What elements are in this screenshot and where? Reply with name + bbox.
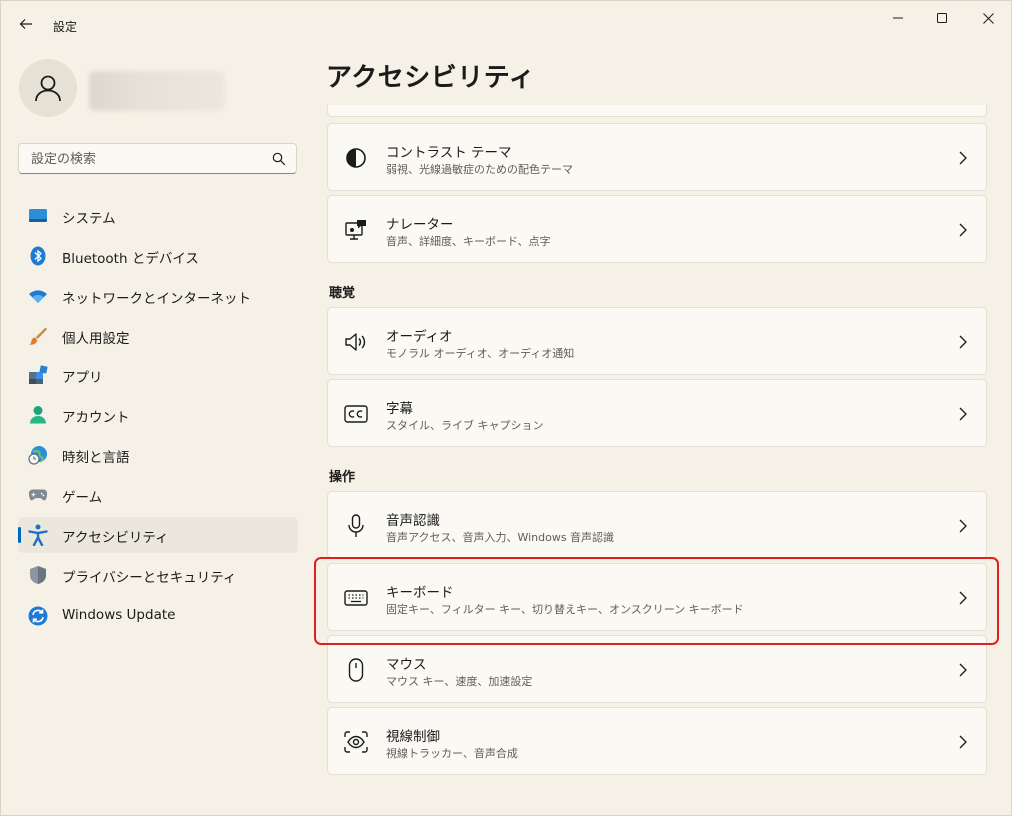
narrator-icon [344,218,368,242]
card-title: コントラスト テーマ [386,145,512,161]
card-title: マウス [386,657,427,673]
card-captions[interactable]: 字幕 スタイル、ライブ キャプション [327,379,987,447]
section-header-hearing: 聴覚 [329,286,356,301]
search-icon [272,152,286,166]
account-icon [28,405,48,425]
chevron-right-icon [958,334,968,350]
title-bar: 設定 [1,1,1011,41]
bluetooth-icon [28,246,48,266]
eye-control-icon [344,730,368,754]
close-icon [982,12,994,24]
sidebar-item-label: ネットワークとインターネット [62,291,251,307]
sidebar-item-system[interactable]: システム [18,198,298,234]
sidebar-item-label: アクセシビリティ [62,530,169,546]
sidebar-item-time-language[interactable]: 時刻と言語 [18,437,298,473]
gamepad-icon [28,485,48,505]
sidebar-item-label: ゲーム [62,490,103,506]
avatar[interactable] [19,59,77,117]
card-description: モノラル オーディオ、オーディオ通知 [386,347,575,360]
sidebar-item-personalization[interactable]: 個人用設定 [18,318,298,354]
search-input[interactable] [29,144,263,175]
sidebar-item-apps[interactable]: アプリ [18,357,298,393]
closed-caption-icon [344,402,368,426]
card-description: 音声アクセス、音声入力、Windows 音声認識 [386,531,615,544]
sidebar-item-label: Windows Update [62,607,176,623]
chevron-right-icon [958,150,968,166]
card-speech[interactable]: 音声認識 音声アクセス、音声入力、Windows 音声認識 [327,491,987,559]
card-description: 固定キー、フィルター キー、切り替えキー、オンスクリーン キーボード [386,603,744,616]
card-title: 視線制御 [386,729,440,745]
maximize-icon [937,13,947,23]
profile-name-blurred [89,71,225,111]
card-description: 視線トラッカー、音声合成 [386,747,518,760]
user-icon [35,75,61,102]
sidebar-item-privacy-security[interactable]: プライバシーとセキュリティ [18,557,298,593]
shield-icon [28,565,48,585]
mouse-icon [344,658,368,682]
apps-icon [28,365,48,385]
sidebar-item-label: システム [62,211,116,227]
sidebar-item-label: アカウント [62,410,130,426]
sidebar-item-windows-update[interactable]: Windows Update [18,598,298,634]
back-arrow-icon [19,19,32,29]
close-button[interactable] [965,7,1011,29]
contrast-icon [344,146,368,170]
chevron-right-icon [958,222,968,238]
card-mouse[interactable]: マウス マウス キー、速度、加速設定 [327,635,987,703]
sidebar-item-accounts[interactable]: アカウント [18,397,298,433]
sidebar-item-label: アプリ [62,370,103,386]
maximize-button[interactable] [919,7,965,29]
settings-window: 設定 設定の検索 システム Bluetooth とデバイス ネットワークとインタ… [0,0,1012,816]
card-eye-control[interactable]: 視線制御 視線トラッカー、音声合成 [327,707,987,775]
card-description: スタイル、ライブ キャプション [386,419,544,432]
sidebar-item-bluetooth[interactable]: Bluetooth とデバイス [18,238,298,274]
sidebar-item-label: 時刻と言語 [62,450,130,466]
sidebar-item-accessibility[interactable]: アクセシビリティ [18,517,298,553]
accessibility-icon [28,524,48,546]
chevron-right-icon [958,662,968,678]
sidebar-item-label: 個人用設定 [62,331,130,347]
minimize-icon [893,17,903,19]
card-description: 音声、詳細度、キーボード、点字 [386,235,551,248]
card-title: オーディオ [386,329,453,345]
keyboard-icon [344,586,368,610]
card-description: マウス キー、速度、加速設定 [386,675,533,688]
card-title: 音声認識 [386,513,440,529]
search-box[interactable] [18,143,297,175]
monitor-icon [28,206,48,226]
card-title: キーボード [386,585,454,601]
section-header-interaction: 操作 [329,470,356,485]
card-title: ナレーター [386,217,454,233]
app-title: 設定 [53,20,78,34]
speaker-icon [344,330,368,354]
card-contrast-themes[interactable]: コントラスト テーマ 弱視、光線過敏症のための配色テーマ [327,123,987,191]
sidebar-item-gaming[interactable]: ゲーム [18,477,298,513]
microphone-icon [344,514,368,538]
card-partial-top[interactable] [327,105,987,117]
back-button[interactable] [13,11,39,37]
sidebar-item-label: プライバシーとセキュリティ [62,570,237,586]
update-icon [28,606,48,626]
wifi-icon [28,286,48,306]
page-title: アクセシビリティ [326,63,536,93]
card-audio[interactable]: オーディオ モノラル オーディオ、オーディオ通知 [327,307,987,375]
minimize-button[interactable] [875,7,921,29]
card-title: 字幕 [386,401,413,417]
chevron-right-icon [958,590,968,606]
brush-icon [28,326,48,346]
sidebar-item-label: Bluetooth とデバイス [62,251,199,267]
card-description: 弱視、光線過敏症のための配色テーマ [386,163,573,176]
chevron-right-icon [958,734,968,750]
chevron-right-icon [958,518,968,534]
card-narrator[interactable]: ナレーター 音声、詳細度、キーボード、点字 [327,195,987,263]
globe-clock-icon [28,445,48,465]
chevron-right-icon [958,406,968,422]
selected-indicator [18,527,21,543]
sidebar-item-network[interactable]: ネットワークとインターネット [18,278,298,314]
card-keyboard[interactable]: キーボード 固定キー、フィルター キー、切り替えキー、オンスクリーン キーボード [327,563,987,631]
